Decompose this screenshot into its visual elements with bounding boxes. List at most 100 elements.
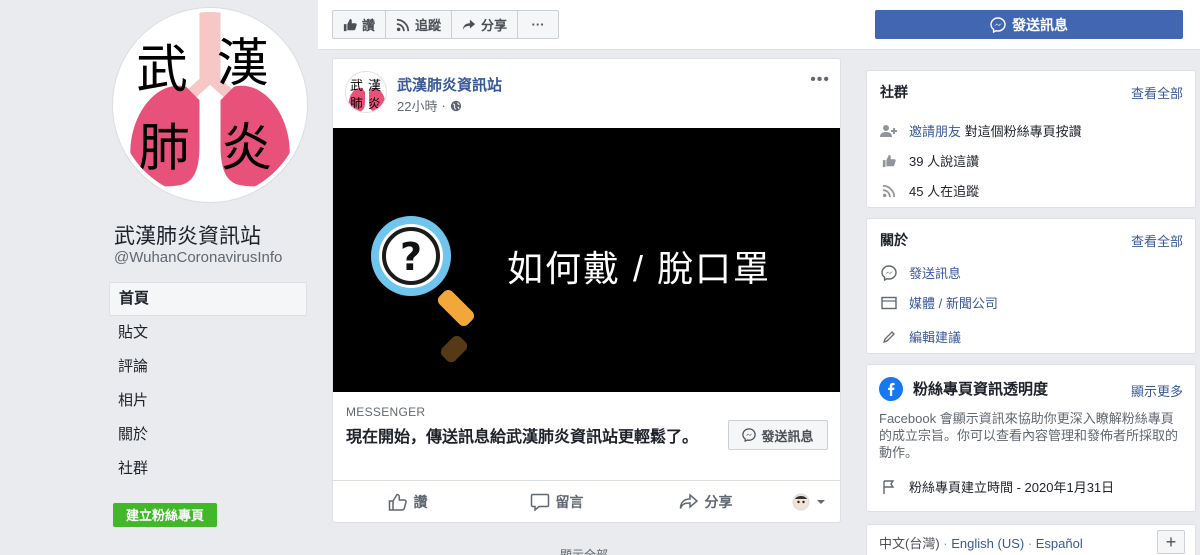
- post-time-sep: ·: [441, 98, 446, 113]
- more-options-button[interactable]: ···: [518, 11, 558, 38]
- post-time-text: 22小時: [397, 99, 438, 114]
- messenger-icon: [990, 16, 1006, 33]
- svg-text:武: 武: [350, 79, 363, 94]
- transparency-see-more-link[interactable]: 顯示更多: [1131, 381, 1183, 400]
- share-arrow-icon: [462, 19, 476, 30]
- post-comment-label: 留言: [555, 494, 584, 510]
- messenger-icon: [742, 428, 757, 442]
- user-avatar-dropdown-icon: [792, 493, 825, 511]
- about-title: 關於: [880, 232, 908, 248]
- svg-text:炎: 炎: [368, 97, 381, 112]
- avatar-char-3: 肺: [138, 118, 190, 178]
- about-send-message-link[interactable]: 發送訊息: [909, 263, 961, 282]
- about-suggest-edit-row: 編輯建議: [879, 327, 961, 346]
- share-page-label: 分享: [481, 18, 508, 33]
- video-title-text: 如何戴 / 脫口罩: [507, 248, 772, 289]
- thumbs-up-icon: [882, 154, 896, 167]
- transparency-description: Facebook 會顯示資訊來協助你更深入瞭解粉絲專頁的成立宗旨。你可以查看內容…: [879, 411, 1179, 460]
- post-options-icon[interactable]: •••: [810, 71, 830, 89]
- follow-page-label: 追蹤: [415, 18, 442, 33]
- nav-item-photos[interactable]: 相片: [109, 384, 307, 418]
- page-handle[interactable]: @WuhanCoronavirusInfo: [114, 249, 282, 266]
- post-author-avatar[interactable]: 武 漢 肺 炎: [345, 71, 387, 113]
- about-category-link[interactable]: 媒體 / 新聞公司: [909, 293, 998, 312]
- post-like-label: 讚: [413, 494, 428, 510]
- comment-icon: [530, 493, 549, 511]
- about-card: 關於 查看全部 發送訊息 媒體 / 新聞公司 編輯建議: [866, 218, 1196, 354]
- community-card: 社群 查看全部 邀請朋友 對這個粉絲專頁按讚 39 人說這讚 45 人在追蹤: [866, 70, 1196, 208]
- share-arrow-icon: [679, 493, 698, 509]
- nav-item-posts[interactable]: 貼文: [109, 316, 307, 350]
- send-message-label: 發送訊息: [1012, 16, 1068, 33]
- cta-text: 現在開始，傳送訊息給武漢肺炎資訊站更輕鬆了。: [346, 429, 699, 446]
- community-title: 社群: [880, 84, 908, 100]
- more-posts-link[interactable]: 顯示全部: [560, 546, 608, 555]
- transparency-card: 粉絲專頁資訊透明度 顯示更多 Facebook 會顯示資訊來協助你更深入瞭解粉絲…: [866, 364, 1196, 512]
- post-author-name[interactable]: 武漢肺炎資訊站: [397, 74, 502, 95]
- cta-send-message-button[interactable]: 發送訊息: [728, 420, 828, 450]
- thumbs-up-outline-icon: [388, 493, 407, 511]
- thumbs-up-icon: [343, 18, 357, 31]
- left-column: 武 漢 肺 炎 武漢肺炎資訊站 @WuhanCoronavirusInfo 首頁…: [0, 0, 318, 555]
- transparency-title: 粉絲專頁資訊透明度: [913, 381, 1049, 398]
- post-actions-bar: 讚 留言 分享: [333, 480, 840, 523]
- more-languages-button[interactable]: +: [1157, 530, 1185, 554]
- send-message-button[interactable]: 發送訊息: [875, 10, 1183, 39]
- nav-item-reviews[interactable]: 評論: [109, 350, 307, 384]
- svg-text:肺: 肺: [350, 97, 363, 112]
- create-page-button[interactable]: 建立粉絲專頁: [113, 503, 217, 527]
- about-send-message-row: 發送訊息: [879, 263, 961, 282]
- like-page-button[interactable]: 讚: [333, 11, 387, 38]
- invite-friends-text: 對這個粉絲專頁按讚: [964, 124, 1082, 139]
- media-folder-icon: [881, 296, 897, 309]
- page-action-bar: 讚 追蹤 分享 ··· 發送訊息: [318, 0, 1200, 50]
- invite-friends-icon: [880, 124, 897, 137]
- language-english[interactable]: English (US): [951, 536, 1024, 551]
- invite-friends-link[interactable]: 邀請朋友: [909, 121, 961, 140]
- post-as-selector[interactable]: [780, 493, 840, 511]
- suggest-edit-link[interactable]: 編輯建議: [909, 327, 961, 346]
- flag-icon: [883, 479, 895, 494]
- page-nav: 首頁 貼文 評論 相片 關於 社群: [109, 282, 307, 486]
- language-spanish[interactable]: Español: [1036, 536, 1083, 551]
- follows-count-text: 45 人在追蹤: [909, 184, 980, 199]
- cta-send-message-label: 發送訊息: [761, 428, 814, 444]
- page-avatar[interactable]: 武 漢 肺 炎: [113, 8, 307, 202]
- post-card: 武 漢 肺 炎 武漢肺炎資訊站 22小時 · ••• ? 如何戴 / 脫口罩 M…: [332, 58, 841, 523]
- follows-count-row: 45 人在追蹤: [879, 181, 979, 200]
- post-video[interactable]: ? 如何戴 / 脫口罩: [333, 128, 840, 392]
- svg-text:漢: 漢: [368, 79, 381, 94]
- page-created-text: 粉絲專頁建立時間 - 2020年1月31日: [909, 480, 1115, 495]
- pencil-icon: [882, 330, 895, 343]
- page-created-row: 粉絲專頁建立時間 - 2020年1月31日: [879, 477, 1114, 496]
- facebook-logo-icon: [879, 377, 903, 401]
- nav-item-home[interactable]: 首頁: [109, 282, 307, 316]
- about-see-all-link[interactable]: 查看全部: [1131, 231, 1183, 250]
- likes-count-row: 39 人說這讚: [879, 151, 979, 170]
- community-see-all-link[interactable]: 查看全部: [1131, 83, 1183, 102]
- lungs-logo: 武 漢 肺 炎: [117, 12, 303, 198]
- language-current: 中文(台灣): [879, 536, 940, 551]
- follow-page-button[interactable]: 追蹤: [386, 11, 453, 38]
- share-page-button[interactable]: 分享: [452, 11, 519, 38]
- post-timestamp[interactable]: 22小時 ·: [397, 96, 462, 115]
- likes-count-text: 39 人說這讚: [909, 154, 980, 169]
- rss-icon: [882, 184, 896, 197]
- post-comment-button[interactable]: 留言: [482, 492, 631, 512]
- messenger-icon: [881, 264, 897, 281]
- post-share-label: 分享: [704, 494, 733, 510]
- magnifier-question-icon: ?: [371, 216, 475, 363]
- lungs-logo-small: 武 漢 肺 炎: [346, 72, 386, 112]
- nav-item-about[interactable]: 關於: [109, 418, 307, 452]
- svg-text:?: ?: [400, 235, 422, 279]
- nav-item-community[interactable]: 社群: [109, 452, 307, 486]
- globe-icon: [450, 100, 462, 111]
- avatar-char-4: 炎: [221, 118, 273, 178]
- language-list: 中文(台灣) · English (US) · Español: [879, 536, 1083, 551]
- post-like-button[interactable]: 讚: [333, 492, 482, 512]
- like-page-label: 讚: [362, 18, 376, 33]
- page-actions-group: 讚 追蹤 分享 ···: [332, 10, 560, 39]
- page-title[interactable]: 武漢肺炎資訊站: [114, 220, 261, 250]
- avatar-char-1: 武: [136, 40, 188, 100]
- post-share-button[interactable]: 分享: [631, 492, 780, 512]
